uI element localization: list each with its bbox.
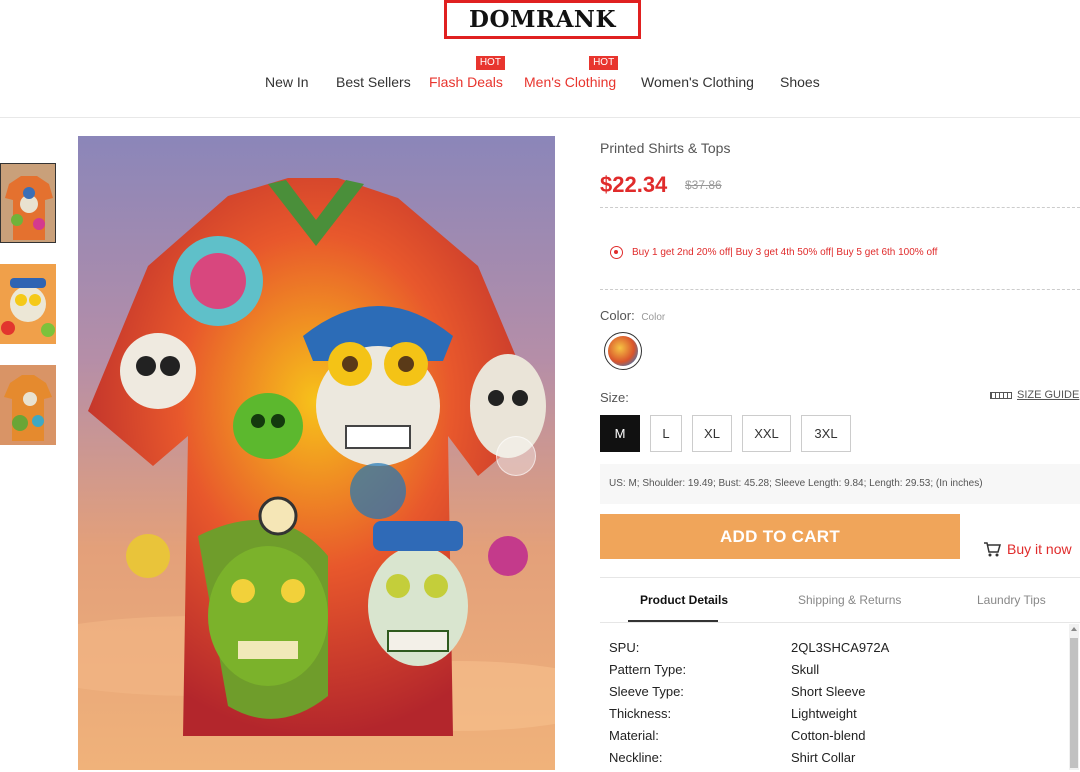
size-label: Size: xyxy=(600,390,629,405)
detail-value: Short Sleeve xyxy=(791,684,866,699)
detail-row: Sleeve Type: Short Sleeve xyxy=(609,684,865,699)
size-measurements: US: M; Shoulder: 19.49; Bust: 45.28; Sle… xyxy=(600,464,1080,504)
cart-icon xyxy=(984,542,1001,557)
detail-key: Sleeve Type: xyxy=(609,684,684,699)
detail-key: SPU: xyxy=(609,640,640,655)
color-label: Color: Color xyxy=(600,308,665,323)
detail-key: Neckline: xyxy=(609,750,663,765)
product-category: Printed Shirts & Tops xyxy=(600,140,731,156)
detail-value: Lightweight xyxy=(791,706,857,721)
tab-product-details[interactable]: Product Details xyxy=(640,593,728,607)
color-value: Color xyxy=(641,312,666,323)
nav-label: Flash Deals xyxy=(429,74,503,90)
size-guide-text: SIZE GUIDE xyxy=(1017,389,1080,401)
add-to-cart-button[interactable]: ADD TO CART xyxy=(600,514,960,559)
details-scrollbar[interactable] xyxy=(1069,624,1079,770)
nav-item-new-in[interactable]: New In xyxy=(265,74,309,90)
detail-row: SPU: 2QL3SHCA972A xyxy=(609,640,889,655)
detail-value: Shirt Collar xyxy=(791,750,856,765)
size-option-xxl[interactable]: XXL xyxy=(742,415,791,452)
product-thumbnail[interactable] xyxy=(0,163,56,243)
nav-item-flash-deals[interactable]: HOT Flash Deals xyxy=(429,56,505,90)
main-nav: New In Best Sellers HOT Flash Deals HOT Me… xyxy=(0,56,1080,96)
detail-row: Neckline: Shirt Collar xyxy=(609,750,855,765)
scroll-up-icon[interactable] xyxy=(1071,627,1077,631)
size-option-l[interactable]: L xyxy=(650,415,682,452)
tab-laundry-tips[interactable]: Laundry Tips xyxy=(977,593,1046,607)
detail-value: Skull xyxy=(791,662,820,677)
buy-now-label: Buy it now xyxy=(1007,541,1072,557)
nav-label: Shoes xyxy=(780,74,820,90)
scrollbar-thumb[interactable] xyxy=(1070,638,1078,768)
promo-banner[interactable]: Buy 1 get 2nd 20% off| Buy 3 get 4th 50%… xyxy=(610,246,937,259)
nav-label: Women's Clothing xyxy=(641,74,754,90)
brand-logo[interactable]: DOMRANK xyxy=(444,0,641,39)
detail-row: Thickness: Lightweight xyxy=(609,706,857,721)
size-option-3xl[interactable]: 3XL xyxy=(801,415,851,452)
size-option-m[interactable]: M xyxy=(600,415,640,452)
detail-key: Pattern Type: xyxy=(609,662,687,677)
ruler-icon xyxy=(990,391,1012,399)
size-options: M L XL XXL 3XL xyxy=(600,415,851,452)
detail-row: Pattern Type: Skull xyxy=(609,662,819,677)
detail-value: Cotton-blend xyxy=(791,728,866,743)
divider xyxy=(600,207,1080,208)
nav-item-shoes[interactable]: Shoes xyxy=(780,74,820,90)
nav-item-womens-clothing[interactable]: Women's Clothing xyxy=(641,74,754,90)
swatch-image xyxy=(608,336,638,366)
header-divider xyxy=(0,117,1080,118)
product-price: $22.34 xyxy=(600,172,668,197)
tab-shipping-returns[interactable]: Shipping & Returns xyxy=(798,593,901,607)
color-swatch[interactable] xyxy=(604,332,642,370)
image-next-button[interactable] xyxy=(496,436,536,476)
detail-row: Material: Cotton-blend xyxy=(609,728,865,743)
nav-item-mens-clothing[interactable]: HOT Men's Clothing xyxy=(524,56,619,90)
nav-label: Men's Clothing xyxy=(524,74,617,90)
product-thumbnail[interactable] xyxy=(0,365,56,445)
product-main-image[interactable] xyxy=(78,136,555,770)
detail-value: 2QL3SHCA972A xyxy=(791,640,890,655)
promo-text: Buy 1 get 2nd 20% off| Buy 3 get 4th 50%… xyxy=(632,247,938,258)
product-details-panel: SPU: 2QL3SHCA972A Pattern Type: Skull Slee… xyxy=(600,622,1080,772)
detail-key: Thickness: xyxy=(609,706,672,721)
size-guide-link[interactable]: SIZE GUIDE xyxy=(990,389,1079,401)
nav-item-best-sellers[interactable]: Best Sellers xyxy=(336,74,411,90)
color-label-text: Color: xyxy=(600,308,635,323)
nav-label: New In xyxy=(265,74,309,90)
detail-key: Material: xyxy=(609,728,659,743)
hot-badge: HOT xyxy=(589,56,619,70)
hot-badge: HOT xyxy=(475,56,505,70)
buy-now-button[interactable]: Buy it now xyxy=(983,541,1072,557)
promo-icon xyxy=(610,246,623,259)
divider xyxy=(600,289,1080,290)
product-old-price: $37.86 xyxy=(685,178,722,192)
nav-label: Best Sellers xyxy=(336,74,411,90)
detail-tabs: Product Details Shipping & Returns Laund… xyxy=(600,577,1080,622)
product-thumbnail[interactable] xyxy=(0,264,56,344)
size-option-xl[interactable]: XL xyxy=(692,415,732,452)
